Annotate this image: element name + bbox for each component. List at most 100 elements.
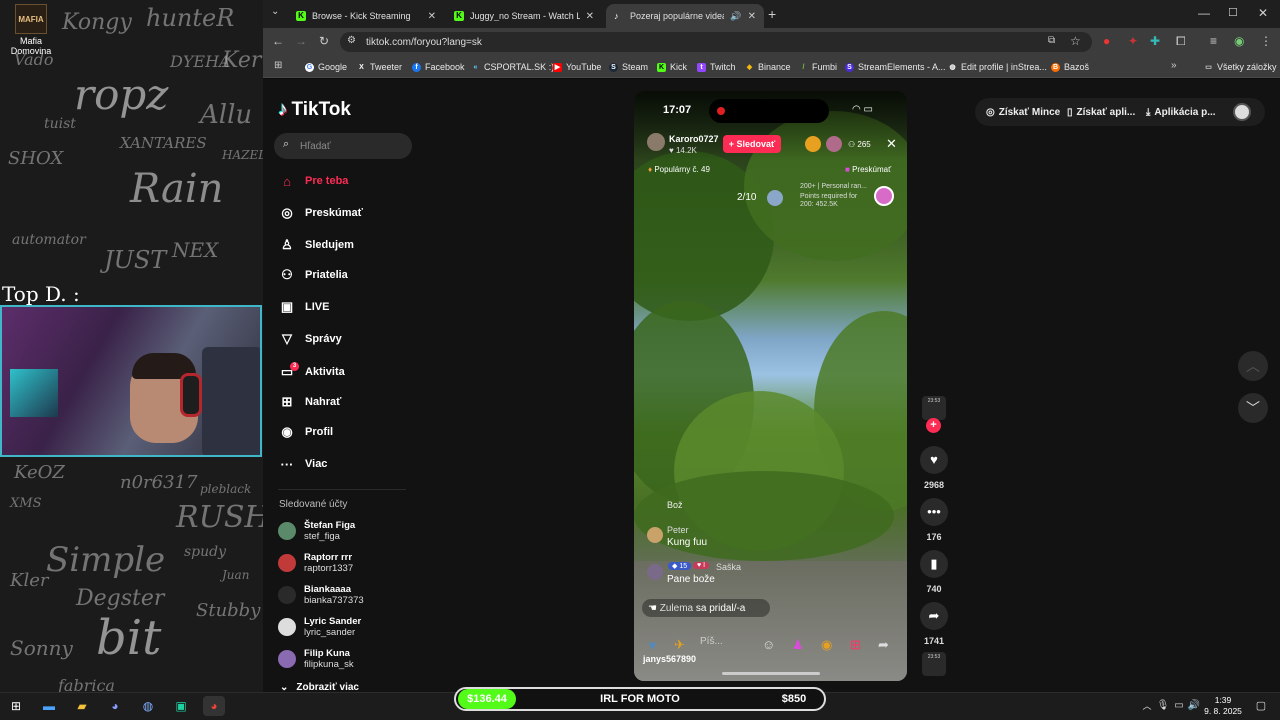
explore-link[interactable]: ■ Preskúmať bbox=[845, 165, 891, 174]
apps-grid-icon[interactable]: ⊞ bbox=[274, 60, 282, 71]
tab-kick-browse[interactable]: K Browse - Kick Streaming ✕ bbox=[288, 4, 444, 28]
nav-nahrat[interactable]: ⊞ Nahrať bbox=[279, 391, 342, 413]
more-bookmarks-icon[interactable]: » bbox=[1171, 60, 1177, 71]
tiktok-logo[interactable]: ♪ TikTok bbox=[278, 99, 351, 121]
follow-plus-icon[interactable]: + bbox=[926, 418, 941, 433]
host-name[interactable]: Karoro0727 bbox=[669, 134, 719, 144]
notifications-icon[interactable]: ▢ bbox=[1250, 696, 1272, 716]
steam-taskbar-icon[interactable]: ◍ bbox=[137, 696, 159, 716]
tab-tiktok[interactable]: ♪ Pozeraj populárne videá pre 🔊 ✕ bbox=[606, 4, 764, 28]
bookmark-google[interactable]: G Google bbox=[305, 59, 347, 75]
followed-account[interactable]: Štefan Figa stef_figa bbox=[278, 517, 418, 545]
followed-account[interactable]: Filip Kuna filipkuna_sk bbox=[278, 645, 418, 673]
previous-video-button[interactable]: ︿ bbox=[1238, 351, 1268, 381]
task-view-icon[interactable]: ▬ bbox=[38, 696, 60, 716]
bookmark-kick[interactable]: K Kick bbox=[657, 59, 687, 75]
close-tab-icon[interactable]: ✕ bbox=[428, 11, 436, 22]
host-avatar[interactable] bbox=[647, 133, 665, 151]
bookmark-twitch[interactable]: t Twitch bbox=[697, 59, 736, 75]
gift-icon[interactable] bbox=[874, 186, 894, 206]
nav-aktivita[interactable]: ▭ Aktivita bbox=[279, 361, 345, 383]
tab-search-icon[interactable]: ⌄ bbox=[271, 6, 279, 17]
bookmark-bazos[interactable]: B Bazoš bbox=[1051, 59, 1089, 75]
discord-icon[interactable]: ◕ bbox=[104, 696, 126, 716]
tab-kick-juggy[interactable]: K Juggy_no Stream - Watch Live on K ✕ bbox=[446, 4, 602, 28]
address-bar[interactable]: tiktok.com/foryou?lang=sk bbox=[340, 32, 1092, 52]
file-explorer-icon[interactable]: ▰ bbox=[71, 696, 93, 716]
bookmark-facebook[interactable]: f Facebook bbox=[412, 59, 465, 75]
share-button[interactable]: ➦ bbox=[920, 602, 948, 630]
emoji-icon[interactable]: ☺ bbox=[762, 637, 775, 652]
webcam-feed bbox=[0, 305, 262, 457]
forward-icon[interactable]: → bbox=[295, 34, 307, 48]
bookmark-youtube[interactable]: ▶ YouTube bbox=[553, 59, 601, 75]
start-icon[interactable]: ⊞ bbox=[5, 696, 27, 716]
extensions-puzzle-icon[interactable]: ⧠ bbox=[1176, 34, 1186, 49]
nav-preskumat[interactable]: ◎ Preskúmať bbox=[279, 202, 363, 224]
comment-input[interactable]: Píš... bbox=[700, 636, 760, 654]
creator-mini-thumb[interactable]: 23:53 bbox=[922, 396, 946, 420]
all-bookmarks-folder[interactable]: ▭ Všetky záložky bbox=[1204, 59, 1276, 75]
desktop-shortcut[interactable]: MAFIA Mafia Domovina bbox=[2, 4, 60, 60]
speaker-icon[interactable]: 🔊 bbox=[730, 11, 741, 22]
extension-icon[interactable]: ✦ bbox=[1128, 34, 1138, 48]
get-app-button[interactable]: ▯ Získať apli... bbox=[1067, 101, 1135, 123]
back-icon[interactable]: ← bbox=[272, 34, 284, 48]
followed-account[interactable]: Biankaaaa bianka737373 bbox=[278, 581, 418, 609]
gift-box-icon[interactable]: ⊞ bbox=[850, 637, 861, 653]
minimize-icon[interactable]: — bbox=[1198, 6, 1210, 20]
bookmark-csportal[interactable]: «CSPORTAL.SK :) bbox=[471, 59, 555, 75]
nav-profil[interactable]: ◉ Profil bbox=[279, 421, 333, 443]
nav-sledujem[interactable]: ♙ Sledujem bbox=[279, 234, 354, 256]
bookmark-streamelements[interactable]: S StreamElements - A... bbox=[845, 59, 946, 75]
live-video[interactable] bbox=[634, 91, 907, 681]
nav-priatelia[interactable]: ⚇ Priatelia bbox=[279, 264, 348, 286]
bookmark-fumbi[interactable]: / Fumbi bbox=[799, 59, 838, 75]
profile-avatar-icon: ◉ bbox=[281, 424, 293, 439]
extension-icon[interactable]: ✚ bbox=[1150, 34, 1160, 48]
desktop-app-button[interactable]: ⤓ Aplikácia p... bbox=[1146, 101, 1216, 123]
maximize-icon[interactable]: ☐ bbox=[1228, 6, 1238, 19]
bookmark-instream[interactable]: ◍ Edit profile | inStrea... bbox=[948, 59, 1046, 75]
follow-button[interactable]: + Sledovať bbox=[723, 135, 781, 153]
next-video-button[interactable]: ﹀ bbox=[1238, 393, 1268, 423]
bookmark-steam[interactable]: S Steam bbox=[609, 59, 648, 75]
followed-account[interactable]: Raptorr rrr raptorr1337 bbox=[278, 549, 418, 577]
bookmark-star-icon[interactable]: ☆ bbox=[1070, 34, 1081, 48]
menu-icon[interactable]: ⋮ bbox=[1260, 34, 1272, 48]
like-button[interactable]: ♥ bbox=[920, 446, 948, 474]
save-button[interactable]: ▮ bbox=[920, 550, 948, 578]
new-tab-icon[interactable]: + bbox=[768, 6, 776, 22]
nav-live[interactable]: ▣ LIVE bbox=[279, 296, 330, 318]
media-control-icon[interactable]: ≡ bbox=[1210, 34, 1217, 48]
close-window-icon[interactable]: ✕ bbox=[1258, 6, 1268, 20]
nav-spravy[interactable]: ▽ Správy bbox=[279, 328, 342, 350]
close-tab-icon[interactable]: ✕ bbox=[586, 11, 594, 22]
obs-icon[interactable]: ▣ bbox=[170, 696, 192, 716]
sound-mini-thumb[interactable]: 23:53 bbox=[922, 652, 946, 676]
close-live-icon[interactable]: ✕ bbox=[886, 136, 897, 152]
popular-rank[interactable]: ♦ Populárny č. 49 bbox=[648, 165, 710, 174]
nav-pre-teba[interactable]: ⌂ Pre teba bbox=[279, 170, 348, 192]
extension-icon[interactable]: ● bbox=[1103, 34, 1110, 48]
profile-icon[interactable]: ◉ bbox=[1234, 34, 1244, 48]
bookmark-tweeter[interactable]: X Tweeter bbox=[357, 59, 402, 75]
close-tab-icon[interactable]: ✕ bbox=[748, 11, 756, 22]
followed-account[interactable]: Lyric Sander lyric_sander bbox=[278, 613, 418, 641]
user-avatar[interactable] bbox=[1233, 103, 1251, 121]
guests-icon[interactable]: ♟ bbox=[792, 637, 804, 653]
nav-viac[interactable]: ··· Viac bbox=[279, 453, 328, 475]
get-coins-button[interactable]: ◎ Získať Mince bbox=[986, 101, 1060, 123]
share-arrow-icon[interactable]: ➦ bbox=[878, 637, 889, 653]
site-info-icon[interactable]: ⚙ bbox=[347, 35, 356, 46]
comment-button[interactable]: ••• bbox=[920, 498, 948, 526]
filter-icon[interactable]: ▼ bbox=[646, 638, 659, 653]
coin-gift-icon[interactable]: ◉ bbox=[821, 637, 832, 653]
bookmark-binance[interactable]: ◆ Binance bbox=[745, 59, 791, 75]
rocket-icon[interactable]: ✈ bbox=[674, 637, 685, 653]
install-app-icon[interactable]: ⧉ bbox=[1048, 35, 1055, 46]
taskbar-clock[interactable]: 1:39 9. 8. 2025 bbox=[1198, 695, 1248, 717]
search-input[interactable]: ⌕ Hľadať bbox=[274, 133, 412, 159]
reload-icon[interactable]: ↻ bbox=[319, 34, 329, 48]
chrome-icon[interactable]: ◕ bbox=[203, 696, 225, 716]
